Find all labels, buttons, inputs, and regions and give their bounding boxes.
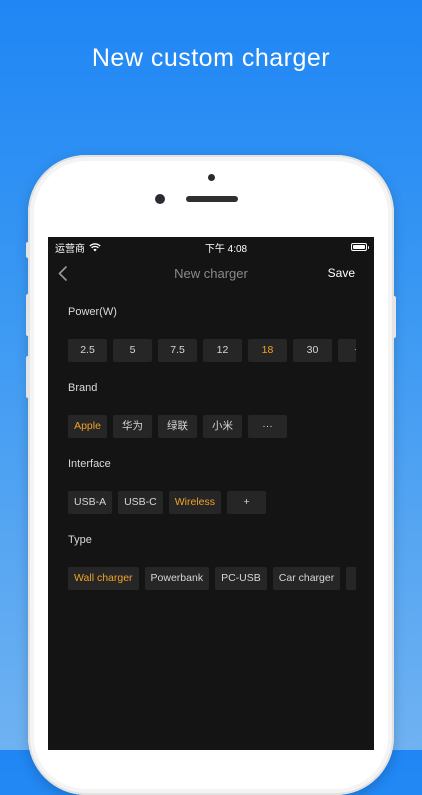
power-option-7-5[interactable]: 7.5 bbox=[158, 339, 197, 362]
mute-switch bbox=[26, 242, 30, 258]
power-button bbox=[392, 296, 396, 338]
interface-option-usb-c[interactable]: USB-C bbox=[118, 491, 163, 514]
add-interface-button[interactable]: + bbox=[227, 491, 267, 514]
proximity-sensor bbox=[208, 174, 215, 181]
power-option-30[interactable]: 30 bbox=[293, 339, 332, 362]
interface-section-title: Interface bbox=[68, 458, 111, 470]
type-option-pc-usb[interactable]: PC-USB bbox=[215, 567, 267, 590]
promo-headline: New custom charger bbox=[91, 44, 331, 72]
chevron-left-icon bbox=[58, 265, 67, 281]
earpiece-speaker bbox=[186, 196, 238, 202]
power-option-2-5[interactable]: 2.5 bbox=[68, 339, 107, 362]
power-option-12[interactable]: 12 bbox=[203, 339, 242, 362]
interface-option-usb-a[interactable]: USB-A bbox=[68, 491, 113, 514]
brand-option-apple[interactable]: Apple bbox=[68, 415, 107, 438]
power-option-18[interactable]: 18 bbox=[248, 339, 287, 362]
volume-down-button bbox=[26, 356, 30, 398]
wifi-icon bbox=[89, 242, 101, 251]
volume-up-button bbox=[26, 294, 30, 336]
brand-option-ugreen[interactable]: 绿联 bbox=[158, 415, 197, 438]
carrier-label: 运营商 bbox=[55, 243, 85, 255]
battery-icon bbox=[351, 243, 369, 251]
power-section-title: Power(W) bbox=[68, 306, 117, 318]
navigation-bar: New charger Save bbox=[48, 257, 374, 289]
page-title: New charger bbox=[174, 265, 248, 281]
power-options: 2.5 5 7.5 12 18 30 + bbox=[68, 339, 356, 362]
charger-form: Power(W) 2.5 5 7.5 12 18 30 + Brand Appl… bbox=[48, 306, 374, 590]
type-section-title: Type bbox=[68, 534, 92, 546]
brand-option-huawei[interactable]: 华为 bbox=[113, 415, 152, 438]
brand-options: Apple 华为 绿联 小米 ··· bbox=[68, 415, 356, 438]
power-option-5[interactable]: 5 bbox=[113, 339, 152, 362]
type-option-wall-charger[interactable]: Wall charger bbox=[68, 567, 139, 590]
brand-option-xiaomi[interactable]: 小米 bbox=[203, 415, 242, 438]
interface-options: USB-A USB-C Wireless + bbox=[68, 491, 356, 514]
type-option-powerbank[interactable]: Powerbank bbox=[144, 567, 210, 590]
status-bar: 运营商 下午 4:08 bbox=[48, 237, 374, 257]
save-button[interactable]: Save bbox=[328, 266, 355, 280]
brand-section-title: Brand bbox=[68, 382, 98, 394]
type-option-more[interactable] bbox=[346, 567, 356, 590]
type-options: Wall charger Powerbank PC-USB Car charge… bbox=[68, 567, 356, 590]
type-option-car-charger[interactable]: Car charger bbox=[272, 567, 341, 590]
more-brands-button[interactable]: ··· bbox=[248, 415, 287, 438]
front-camera bbox=[155, 194, 165, 204]
interface-option-wireless[interactable]: Wireless bbox=[168, 491, 222, 514]
status-time: 下午 4:08 bbox=[204, 243, 248, 255]
add-power-button[interactable]: + bbox=[338, 339, 356, 362]
app-screen: 运营商 下午 4:08 New charger Save Power(W) 2.… bbox=[48, 237, 374, 750]
back-button[interactable] bbox=[58, 263, 74, 283]
